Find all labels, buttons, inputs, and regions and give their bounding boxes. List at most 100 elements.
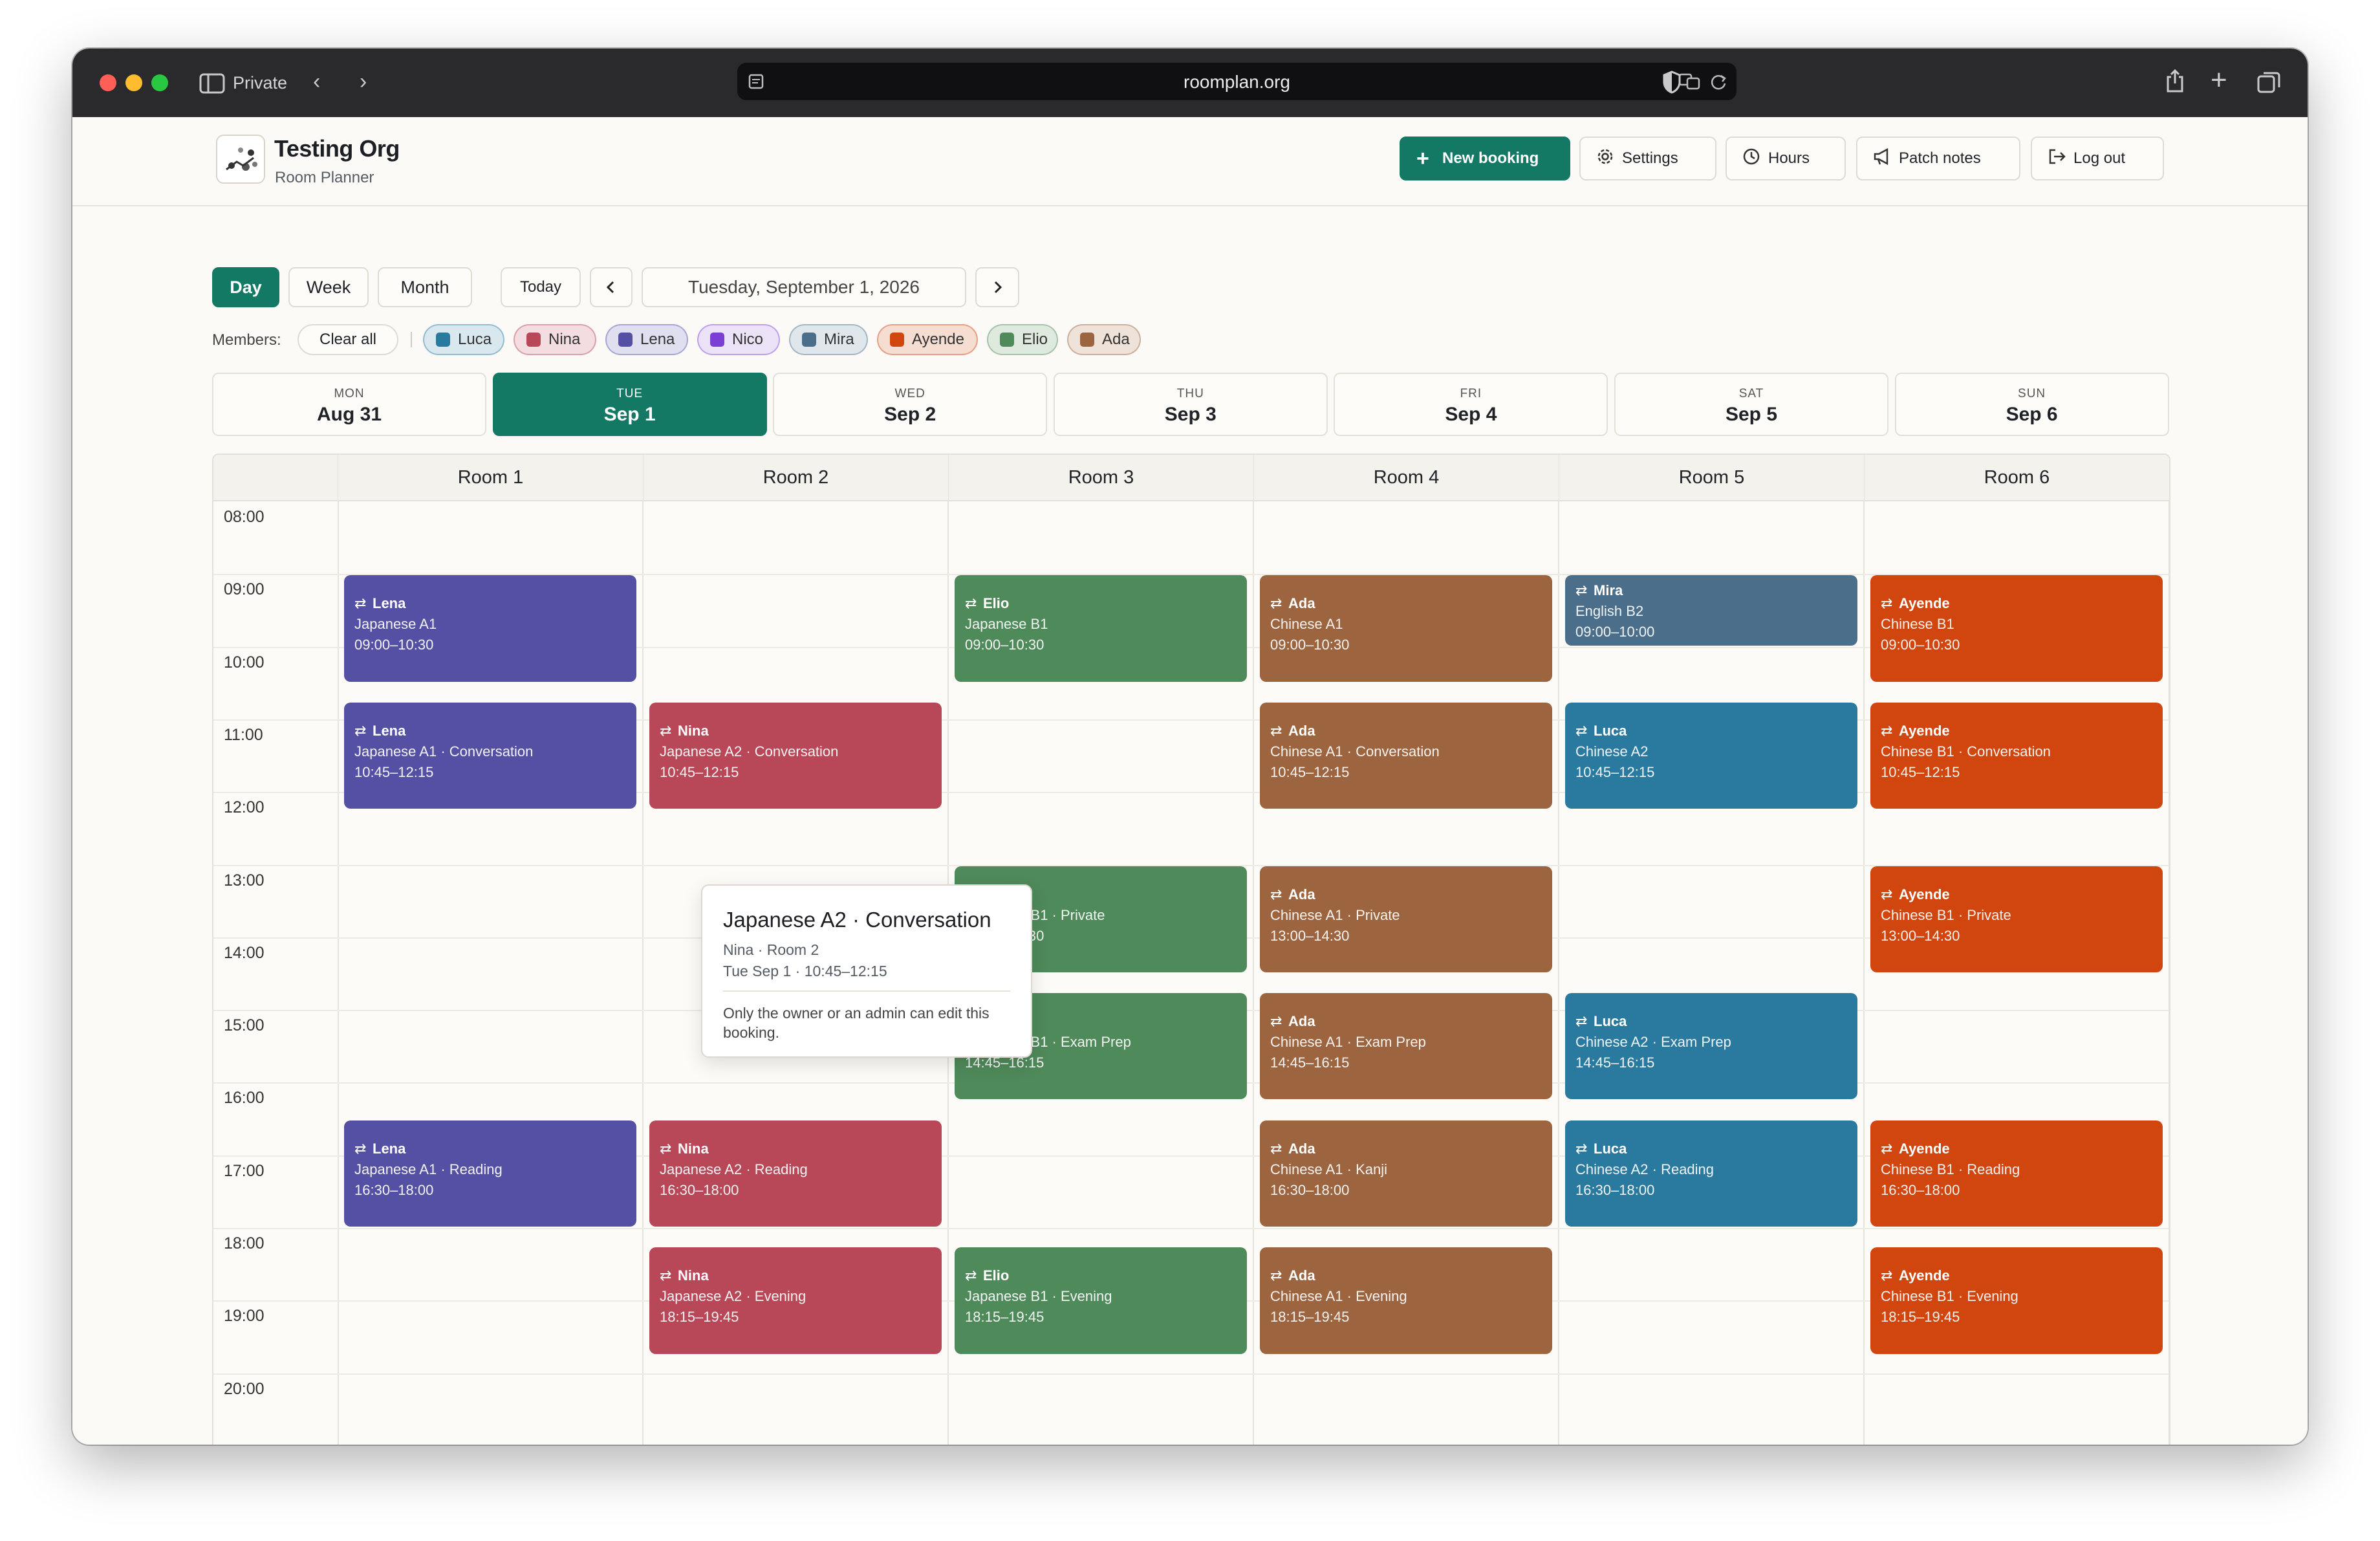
day-card-wed[interactable]: WED Sep 2 — [773, 373, 1048, 436]
log-out-button[interactable]: Log out — [2031, 137, 2164, 180]
room-schedule-grid: Room 1 Room 2 Room 3 Room 4 Room 5 Room 6 08:0… — [212, 454, 2170, 1445]
new-tab-icon[interactable]: + — [2211, 66, 2227, 94]
sidebar-toggle-icon[interactable] — [199, 73, 225, 94]
zoom-window-button[interactable] — [151, 74, 168, 91]
back-icon[interactable]: ‹ — [313, 71, 320, 93]
address-bar[interactable]: roomplan.org — [737, 63, 1736, 100]
repeat-icon: ⇄ — [1881, 886, 1893, 902]
booking-time: 18:15–19:45 — [965, 1309, 1044, 1326]
hours-button[interactable]: Hours — [1726, 137, 1846, 180]
member-chip-ayende[interactable]: Ayende — [877, 324, 978, 355]
booking-block[interactable]: ⇄ Ada Chinese A1 · Exam Prep 14:45–16:15 — [1260, 993, 1552, 1100]
time-label: 19:00 — [224, 1307, 265, 1326]
booking-owner: Ada — [1288, 1013, 1315, 1030]
booking-title: Chinese B1 — [1881, 616, 1954, 633]
booking-block[interactable]: ⇄ Lena Japanese A1 · Reading 16:30–18:00 — [344, 1120, 636, 1227]
booking-time: 16:30–18:00 — [1575, 1181, 1655, 1198]
booking-title: Chinese B1 · Reading — [1881, 1161, 2020, 1177]
member-chip-elio[interactable]: Elio — [987, 324, 1058, 355]
booking-owner: Elio — [983, 595, 1010, 612]
booking-block[interactable]: ⇄ Ada Chinese A1 · Private 13:00–14:30 — [1260, 866, 1552, 972]
booking-time: 10:45–12:15 — [1575, 763, 1655, 780]
time-label: 08:00 — [224, 508, 265, 526]
tooltip-date-time: Tue Sep 1 · 10:45–12:15 — [723, 963, 887, 979]
booking-block[interactable]: ⇄ Nina Japanese A2 · Reading 16:30–18:00 — [649, 1120, 942, 1227]
repeat-icon: ⇄ — [1575, 722, 1588, 739]
booking-owner: Lena — [373, 722, 406, 739]
member-chip-nico[interactable]: Nico — [697, 324, 780, 355]
translate-icon[interactable] — [1678, 72, 1700, 91]
chevron-right-icon — [994, 281, 1002, 294]
plus-icon: + — [1416, 146, 1429, 171]
booking-block[interactable]: ⇄ Ada Chinese A1 09:00–10:30 — [1260, 575, 1552, 682]
booking-owner: Ayende — [1899, 722, 1950, 739]
today-button[interactable]: Today — [501, 267, 581, 307]
booking-owner: Ada — [1288, 595, 1315, 612]
booking-title: Chinese B1 · Private — [1881, 906, 2011, 923]
day-card-sat[interactable]: SAT Sep 5 — [1614, 373, 1888, 436]
booking-block[interactable]: ⇄ Ayende Chinese B1 · Conversation 10:45–12… — [1870, 702, 2163, 809]
booking-title: Chinese B1 · Evening — [1881, 1288, 2018, 1305]
member-chip-nina[interactable]: Nina — [514, 324, 596, 355]
tooltip-title: Japanese A2 · Conversation — [723, 908, 991, 932]
member-chip-ada[interactable]: Ada — [1067, 324, 1141, 355]
new-booking-button[interactable]: + New booking — [1400, 137, 1570, 180]
settings-button[interactable]: Settings — [1579, 137, 1716, 180]
booking-block[interactable]: ⇄ Lena Japanese A1 09:00–10:30 — [344, 575, 636, 682]
day-card-sun[interactable]: SUN Sep 6 — [1894, 373, 2169, 436]
member-chip-label: Lena — [640, 331, 675, 348]
member-chip-luca[interactable]: Luca — [423, 324, 504, 355]
next-date-button[interactable] — [975, 267, 1019, 307]
previous-date-button[interactable] — [590, 267, 633, 307]
booking-time: 14:45–16:15 — [1575, 1055, 1655, 1071]
clear-all-members-button[interactable]: Clear all — [298, 324, 398, 355]
members-divider — [411, 332, 412, 347]
booking-time: 16:30–18:00 — [1881, 1181, 1960, 1198]
booking-title: Japanese A1 — [354, 616, 437, 633]
day-card-thu[interactable]: THU Sep 3 — [1053, 373, 1328, 436]
day-of-week: MON — [334, 387, 365, 400]
patch-notes-button[interactable]: Patch notes — [1856, 137, 2020, 180]
booking-time: 16:30–18:00 — [354, 1181, 434, 1198]
shield-icon[interactable] — [1662, 71, 1682, 94]
booking-title: Chinese A1 · Conversation — [1270, 743, 1440, 760]
view-month-button[interactable]: Month — [378, 267, 472, 307]
booking-block[interactable]: ⇄ Luca Chinese A2 · Reading 16:30–18:00 — [1565, 1120, 1857, 1227]
forward-icon[interactable]: › — [360, 71, 367, 93]
booking-block[interactable]: ⇄ Ayende Chinese B1 · Private 13:00–14:30 — [1870, 866, 2163, 972]
tab-overview-icon[interactable] — [2257, 71, 2280, 94]
time-label: 15:00 — [224, 1016, 265, 1035]
booking-block[interactable]: ⇄ Ayende Chinese B1 09:00–10:30 — [1870, 575, 2163, 682]
booking-time: 09:00–10:30 — [1881, 637, 1960, 653]
view-day-button[interactable]: Day — [212, 267, 279, 307]
time-label: 16:00 — [224, 1089, 265, 1108]
booking-block[interactable]: ⇄ Mira English B2 09:00–10:00 — [1565, 575, 1857, 646]
minimize-window-button[interactable] — [125, 74, 142, 91]
day-card-tue[interactable]: TUE Sep 1 — [492, 373, 767, 436]
repeat-icon: ⇄ — [1575, 582, 1588, 599]
booking-block[interactable]: ⇄ Ayende Chinese B1 · Reading 16:30–18:00 — [1870, 1120, 2163, 1227]
repeat-icon: ⇄ — [1881, 1267, 1893, 1284]
booking-block[interactable]: ⇄ Nina Japanese A2 · Evening 18:15–19:45 — [649, 1247, 942, 1354]
close-window-button[interactable] — [100, 74, 116, 91]
booking-block[interactable]: ⇄ Luca Chinese A2 · Exam Prep 14:45–16:15 — [1565, 993, 1857, 1100]
day-of-week: THU — [1176, 387, 1204, 400]
booking-block[interactable]: ⇄ Luca Chinese A2 10:45–12:15 — [1565, 702, 1857, 809]
reload-icon[interactable] — [1709, 72, 1727, 91]
current-date-display[interactable]: Tuesday, September 1, 2026 — [642, 267, 966, 307]
booking-block[interactable]: ⇄ Ada Chinese A1 · Conversation 10:45–12:15 — [1260, 702, 1552, 809]
view-week-button[interactable]: Week — [288, 267, 369, 307]
booking-block[interactable]: ⇄ Ayende Chinese B1 · Evening 18:15–19:45 — [1870, 1247, 2163, 1354]
booking-block[interactable]: ⇄ Nina Japanese A2 · Conversation 10:45–12:… — [649, 702, 942, 809]
day-card-fri[interactable]: FRI Sep 4 — [1334, 373, 1608, 436]
share-icon[interactable] — [2165, 68, 2185, 94]
booking-block[interactable]: ⇄ Ada Chinese A1 · Evening 18:15–19:45 — [1260, 1247, 1552, 1354]
booking-block[interactable]: ⇄ Lena Japanese A1 · Conversation 10:45–12:… — [344, 702, 636, 809]
day-card-mon[interactable]: MON Aug 31 — [212, 373, 486, 436]
member-chip-lena[interactable]: Lena — [605, 324, 688, 355]
booking-block[interactable]: ⇄ Ada Chinese A1 · Kanji 16:30–18:00 — [1260, 1120, 1552, 1227]
member-chip-mira[interactable]: Mira — [789, 324, 868, 355]
booking-block[interactable]: ⇄ Elio Japanese B1 · Evening 18:15–19:45 — [955, 1247, 1247, 1354]
app-header: Testing Org Room Planner + New booking S… — [72, 117, 2308, 206]
booking-block[interactable]: ⇄ Elio Japanese B1 09:00–10:30 — [955, 575, 1247, 682]
